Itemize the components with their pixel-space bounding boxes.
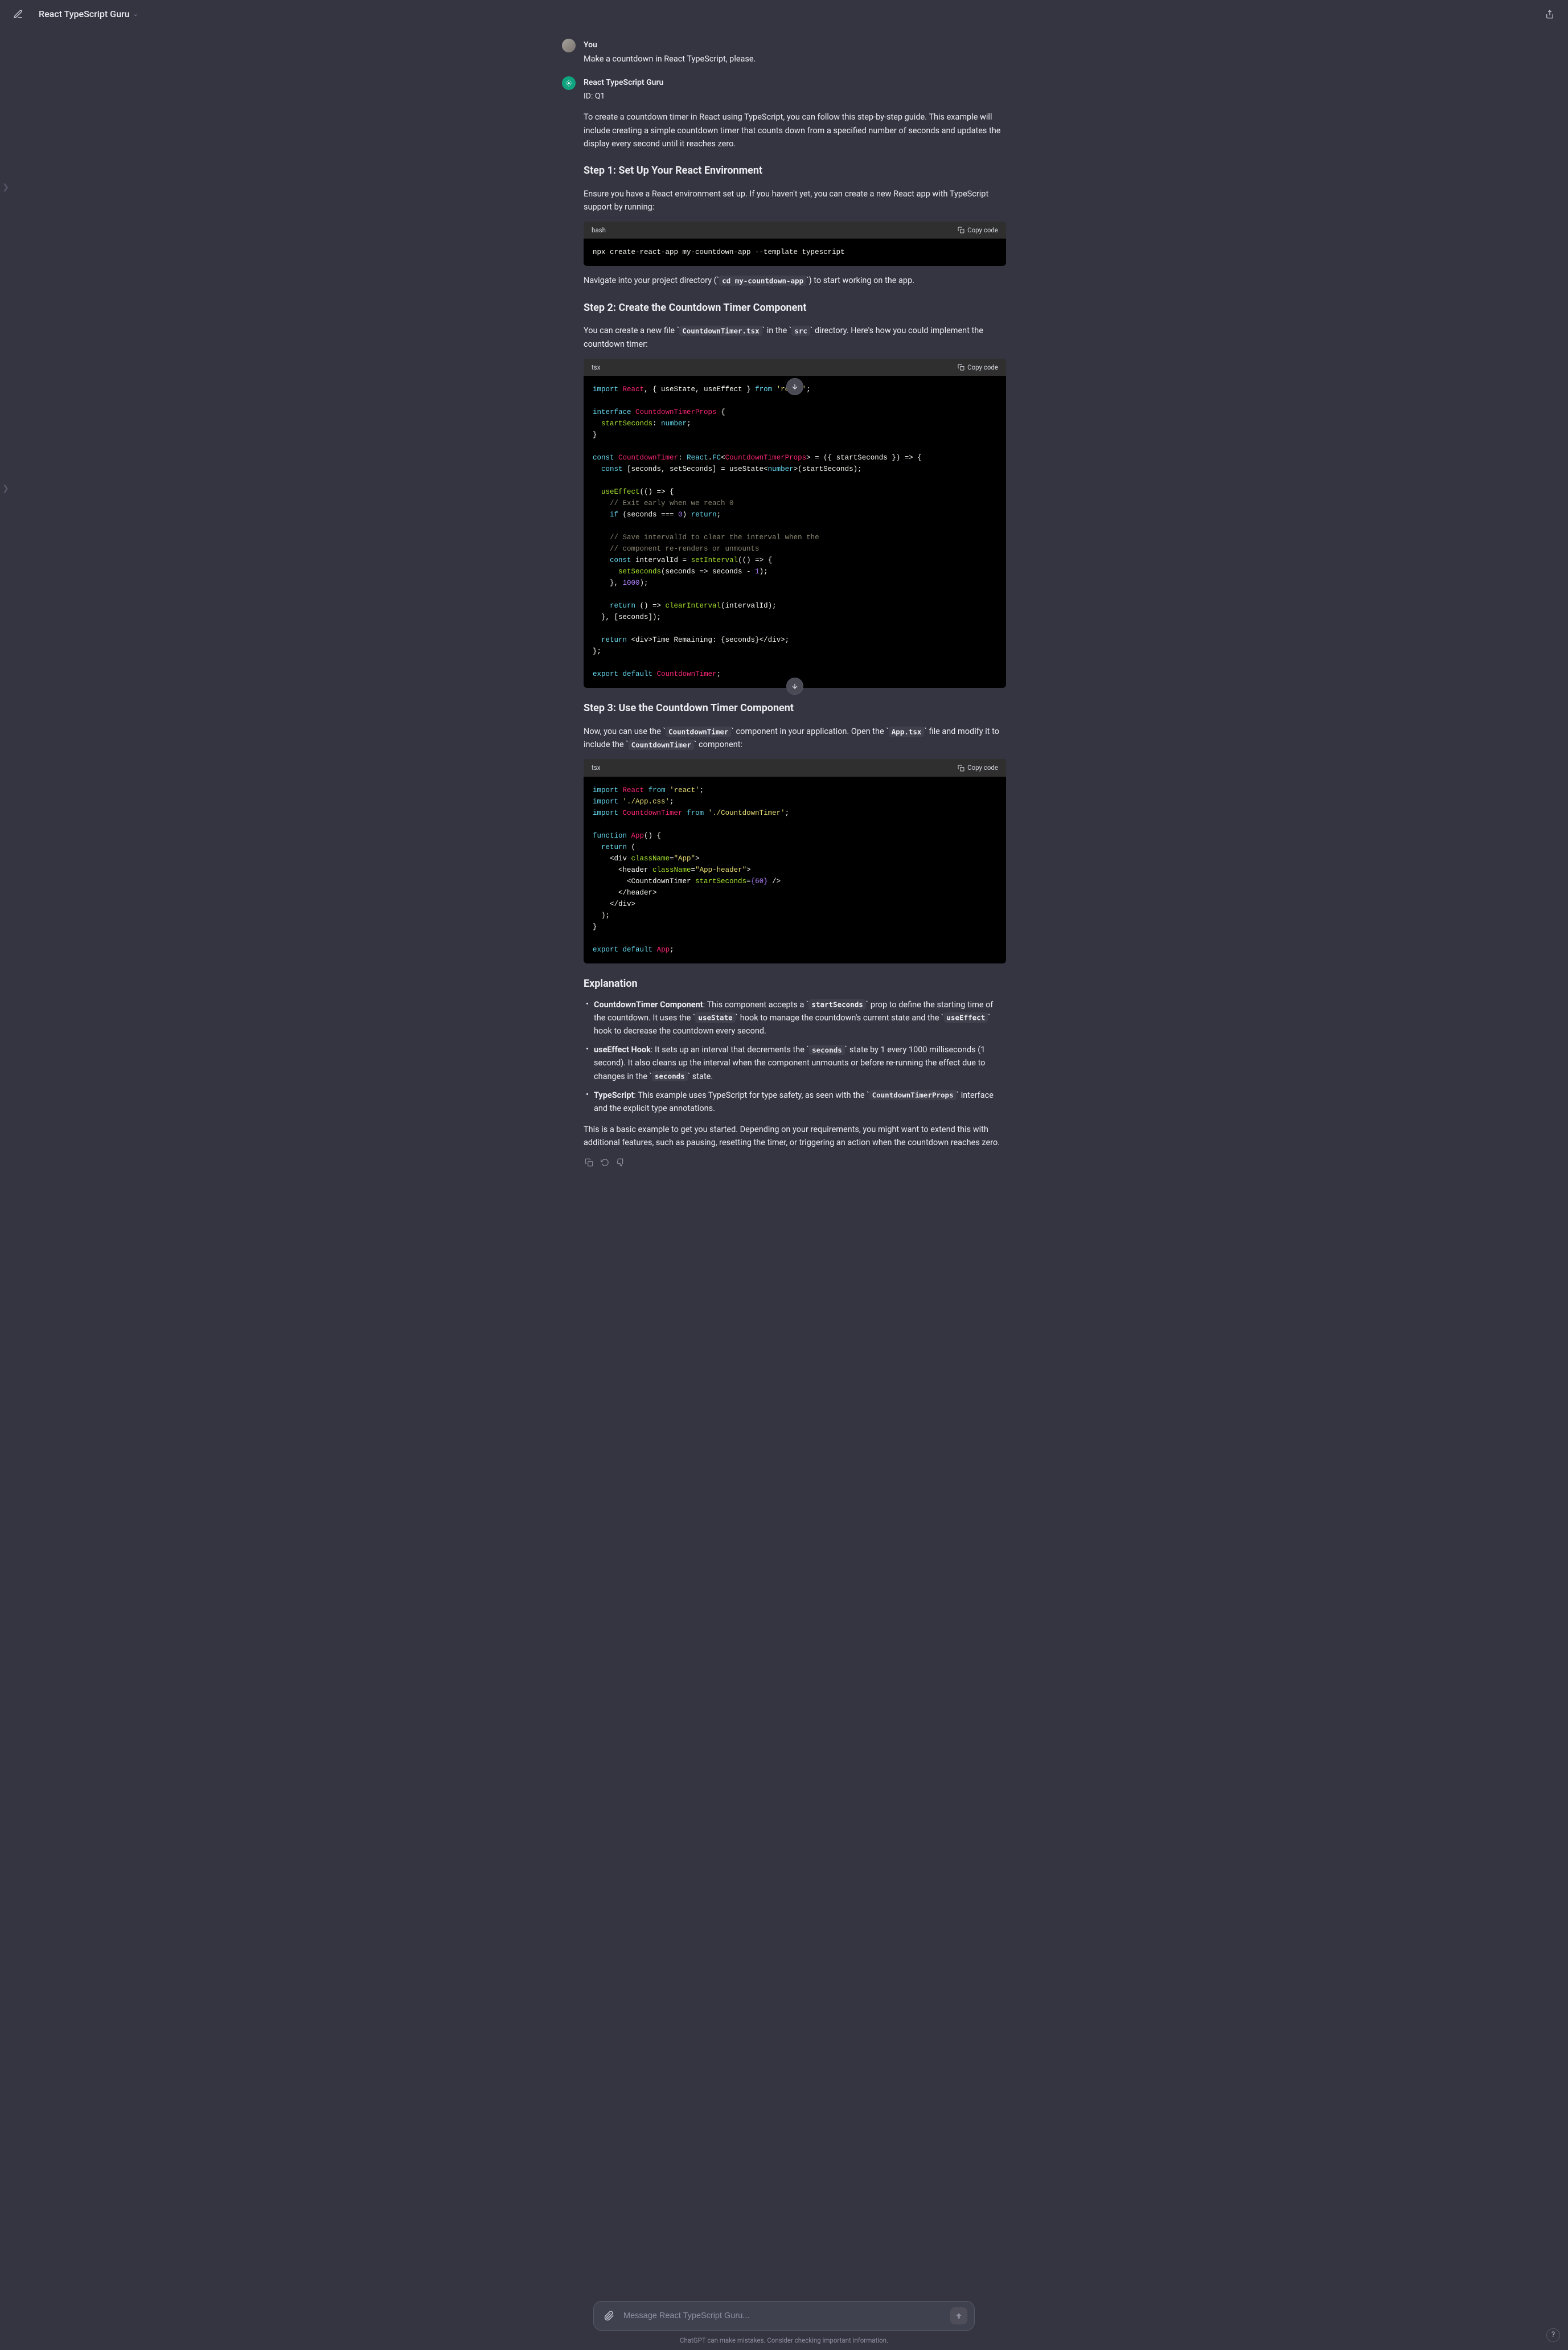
code-block-tsx-2: tsx Copy code import React from 'react';…: [584, 759, 1006, 963]
list-item: useEffect Hook: It sets up an interval t…: [584, 1043, 1006, 1083]
header-left: React TypeScript Guru ⌄: [9, 5, 143, 24]
step2-desc: You can create a new file `CountdownTime…: [584, 324, 1006, 350]
user-message: You Make a countdown in React TypeScript…: [562, 39, 1006, 66]
message-actions: [584, 1157, 1006, 1167]
step1-desc: Ensure you have a React environment set …: [584, 187, 1006, 214]
avatar: [562, 76, 576, 90]
copy-code-button[interactable]: Copy code: [958, 362, 998, 372]
send-button[interactable]: [950, 2307, 967, 2324]
scroll-down-button[interactable]: [786, 378, 803, 395]
copy-icon[interactable]: [584, 1157, 594, 1167]
code-block-bash: bash Copy code npx create-react-app my-c…: [584, 222, 1006, 266]
step2-heading: Step 2: Create the Countdown Timer Compo…: [584, 300, 1006, 317]
intro-paragraph: To create a countdown timer in React usi…: [584, 110, 1006, 150]
step3-heading: Step 3: Use the Countdown Timer Componen…: [584, 700, 1006, 717]
code-content[interactable]: npx create-react-app my-countdown-app --…: [584, 239, 1006, 266]
help-button[interactable]: ?: [1546, 2328, 1560, 2342]
explanation-list: CountdownTimer Component: This component…: [584, 998, 1006, 1115]
explanation-heading: Explanation: [584, 976, 1006, 993]
outro-paragraph: This is a basic example to get you start…: [584, 1123, 1006, 1149]
share-button[interactable]: [1541, 5, 1559, 23]
step3-desc: Now, you can use the `CountdownTimer` co…: [584, 725, 1006, 751]
assistant-message: React TypeScript Guru ID: Q1 To create a…: [562, 76, 1006, 1168]
chevron-down-icon: ⌄: [133, 9, 138, 19]
model-title: React TypeScript Guru: [39, 7, 130, 22]
regenerate-icon[interactable]: [600, 1157, 610, 1167]
sidebar-toggle-2[interactable]: ❯: [3, 481, 8, 497]
code-content[interactable]: import React, { useState, useEffect } fr…: [584, 376, 1006, 688]
attach-button[interactable]: [601, 2307, 618, 2324]
scroll-down-button[interactable]: [786, 678, 803, 695]
model-selector[interactable]: React TypeScript Guru ⌄: [34, 5, 143, 24]
avatar: [562, 39, 576, 52]
footer: ChatGPT can make mistakes. Consider chec…: [0, 2293, 1568, 2350]
copy-code-button[interactable]: Copy code: [958, 762, 998, 773]
step1-heading: Step 1: Set Up Your React Environment: [584, 163, 1006, 179]
copy-code-button[interactable]: Copy code: [958, 225, 998, 235]
step1-nav: Navigate into your project directory (`c…: [584, 274, 1006, 287]
code-content[interactable]: import React from 'react'; import './App…: [584, 777, 1006, 963]
list-item: CountdownTimer Component: This component…: [584, 998, 1006, 1038]
code-block-tsx-1: tsx Copy code import React, { useState, …: [584, 359, 1006, 688]
disclaimer-text: ChatGPT can make mistakes. Consider chec…: [0, 2335, 1568, 2345]
new-chat-button[interactable]: [9, 5, 27, 23]
sidebar-toggle[interactable]: ❯: [3, 179, 8, 195]
author-label: React TypeScript Guru: [584, 76, 1006, 89]
code-lang-label: bash: [592, 225, 606, 235]
code-lang-label: tsx: [592, 762, 600, 773]
assistant-id: ID: Q1: [584, 90, 1006, 102]
app-header: React TypeScript Guru ⌄: [0, 0, 1568, 28]
author-label: You: [584, 39, 1006, 51]
thumbs-down-icon[interactable]: [615, 1157, 626, 1167]
list-item: TypeScript: This example uses TypeScript…: [584, 1089, 1006, 1115]
code-lang-label: tsx: [592, 362, 600, 372]
message-input[interactable]: [623, 2311, 945, 2320]
message-input-bar: [593, 2301, 975, 2331]
chat-content: You Make a countdown in React TypeScript…: [551, 39, 1017, 1247]
user-text: Make a countdown in React TypeScript, pl…: [584, 52, 1006, 65]
